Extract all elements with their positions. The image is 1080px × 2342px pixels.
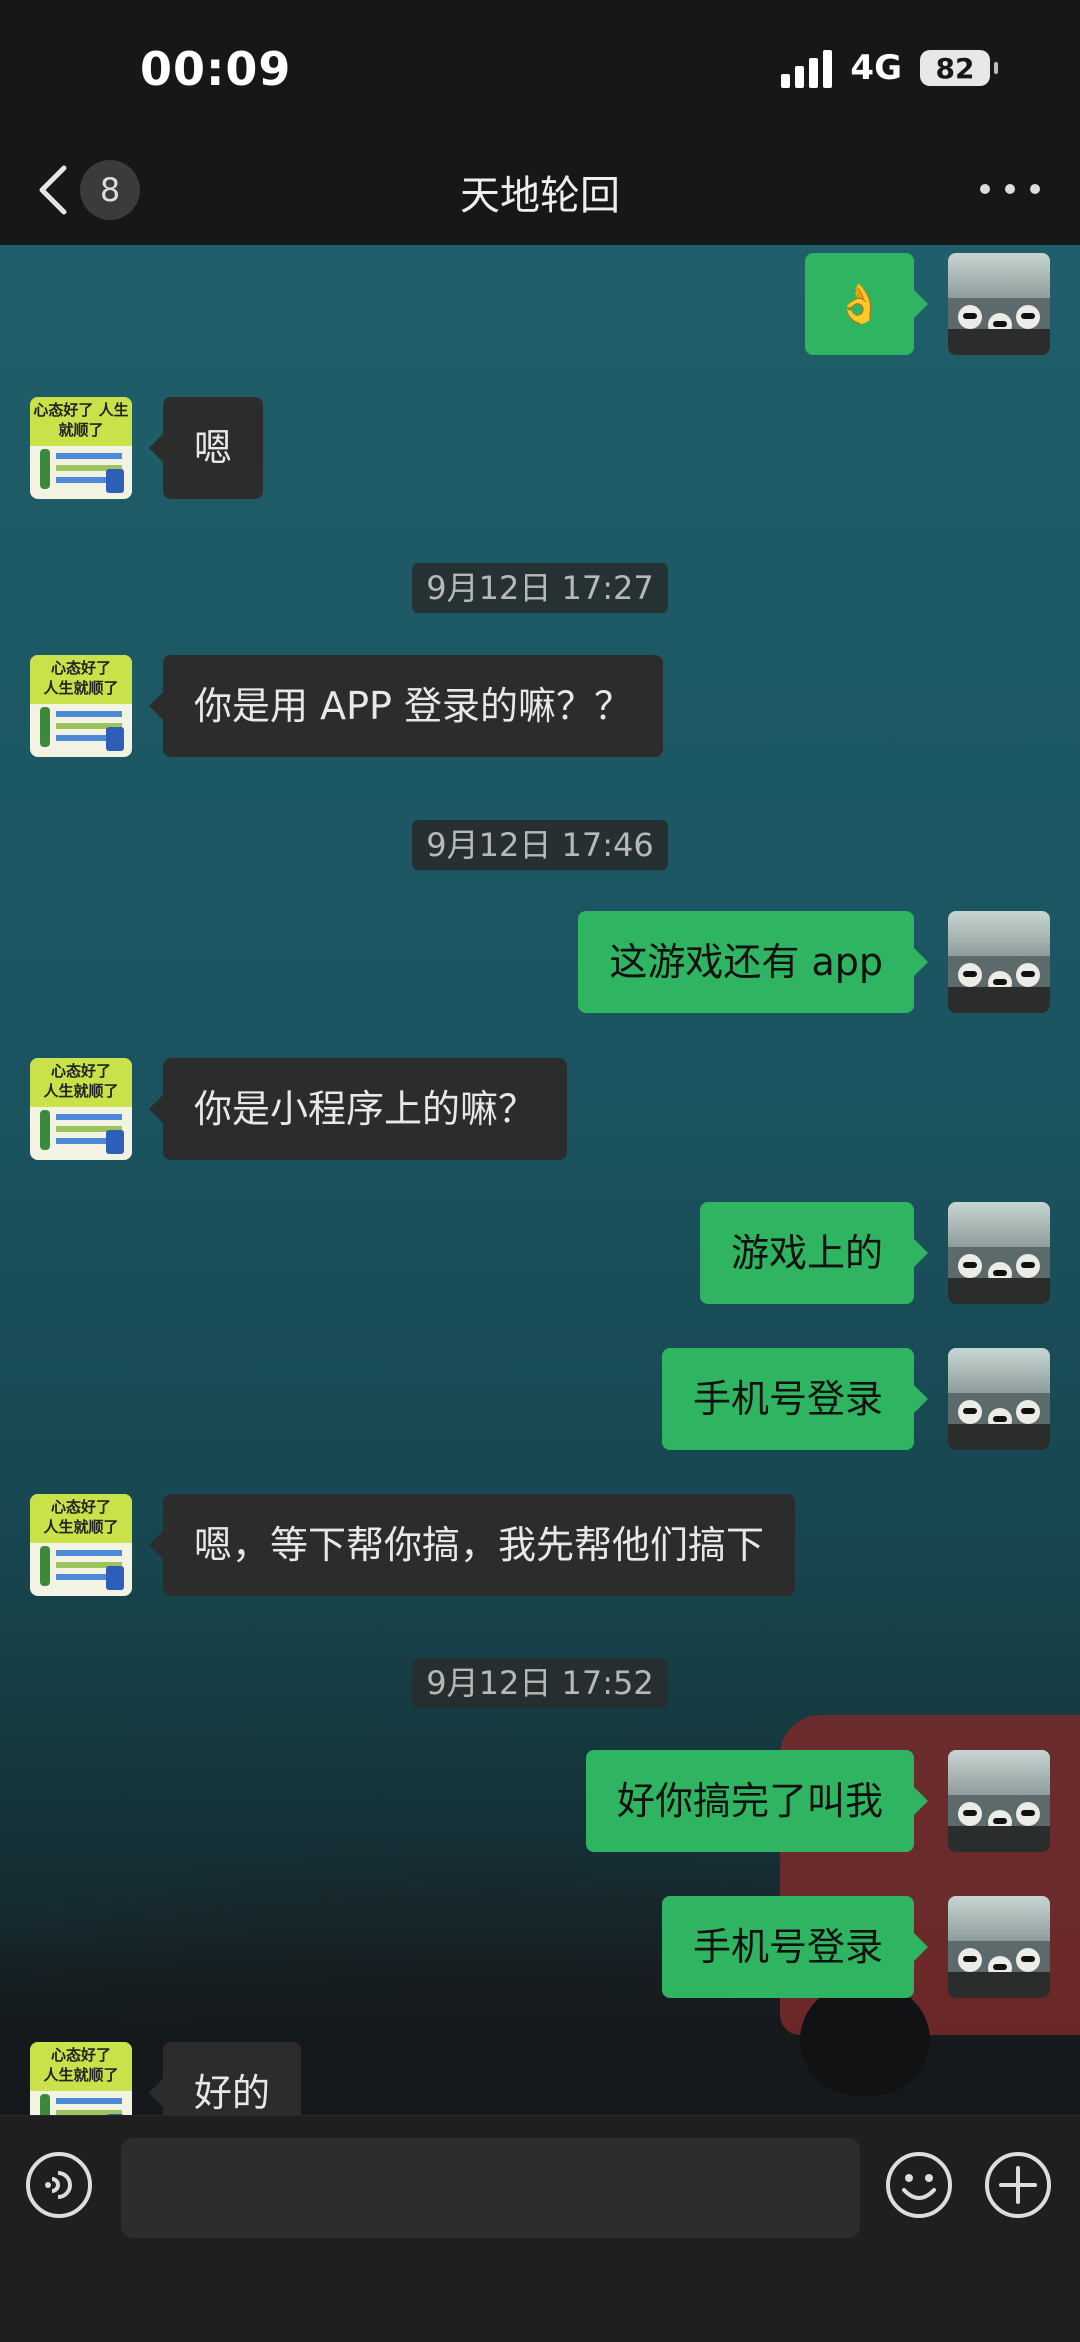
more-options-button[interactable]	[980, 174, 1040, 204]
message-bubble-sent[interactable]: 游戏上的	[699, 1202, 929, 1304]
message-bubble-received[interactable]: 你是用 APP 登录的嘛？？	[149, 655, 663, 757]
my-avatar[interactable]	[948, 911, 1050, 1013]
signal-icon	[781, 48, 833, 88]
input-bar	[0, 2115, 1080, 2342]
message-bubble-sent[interactable]: 这游戏还有 app	[578, 911, 928, 1013]
timestamp-divider: 9月12日 17:27	[0, 563, 1080, 613]
battery-icon: 82	[920, 50, 998, 86]
timestamp-divider: 9月12日 17:46	[0, 820, 1080, 870]
my-avatar[interactable]	[948, 1202, 1050, 1304]
message-input[interactable]	[121, 2138, 860, 2238]
my-avatar[interactable]	[948, 1348, 1050, 1450]
battery-level: 82	[935, 51, 975, 85]
contact-avatar[interactable]: 心态好了 人生就顺了	[30, 397, 132, 499]
message-bubble-received[interactable]: 嗯，等下帮你搞，我先帮他们搞下	[148, 1494, 796, 1596]
message-bubble-sent[interactable]: 手机号登录	[661, 1896, 929, 1998]
message-bubble-received[interactable]: 好的	[148, 2042, 302, 2115]
message-bubble-sent[interactable]: 👌	[804, 253, 929, 355]
voice-input-button[interactable]	[26, 2152, 92, 2218]
my-avatar[interactable]	[948, 1750, 1050, 1852]
emoji-button[interactable]	[884, 2150, 954, 2220]
network-type: 4G	[850, 48, 902, 88]
message-bubble-received[interactable]: 你是小程序上的嘛？	[148, 1058, 568, 1160]
top-bar: 00:09 4G 82 8 天地轮回	[0, 0, 1080, 245]
my-avatar[interactable]	[948, 1896, 1050, 1998]
chat-title: 天地轮回	[460, 173, 620, 219]
more-dots-icon	[980, 184, 990, 194]
contact-avatar[interactable]: 心态好了 人生就顺了	[30, 1058, 132, 1160]
add-attachment-button[interactable]	[983, 2150, 1053, 2220]
avatar-sticker-text: 心态好了 人生就顺了	[30, 397, 132, 446]
timestamp-divider: 9月12日 17:52	[0, 1658, 1080, 1708]
voice-icon	[45, 2171, 72, 2199]
status-time: 00:09	[140, 42, 292, 96]
contact-avatar[interactable]: 心态好了 人生就顺了	[30, 2042, 132, 2115]
message-bubble-received[interactable]: 嗯	[148, 397, 264, 499]
message-bubble-sent[interactable]: 手机号登录	[661, 1348, 929, 1450]
contact-avatar[interactable]: 心态好了 人生就顺了	[30, 655, 132, 757]
status-icons: 4G 82	[781, 48, 998, 88]
message-bubble-sent[interactable]: 好你搞完了叫我	[585, 1750, 929, 1852]
my-avatar[interactable]	[948, 253, 1050, 355]
contact-avatar[interactable]: 心态好了 人生就顺了	[30, 1494, 132, 1596]
chat-message-list[interactable]: 👌 心态好了 人生就顺了 嗯 9月12日 17:27 心态好了 人生就顺了 你是用…	[0, 245, 1080, 2115]
